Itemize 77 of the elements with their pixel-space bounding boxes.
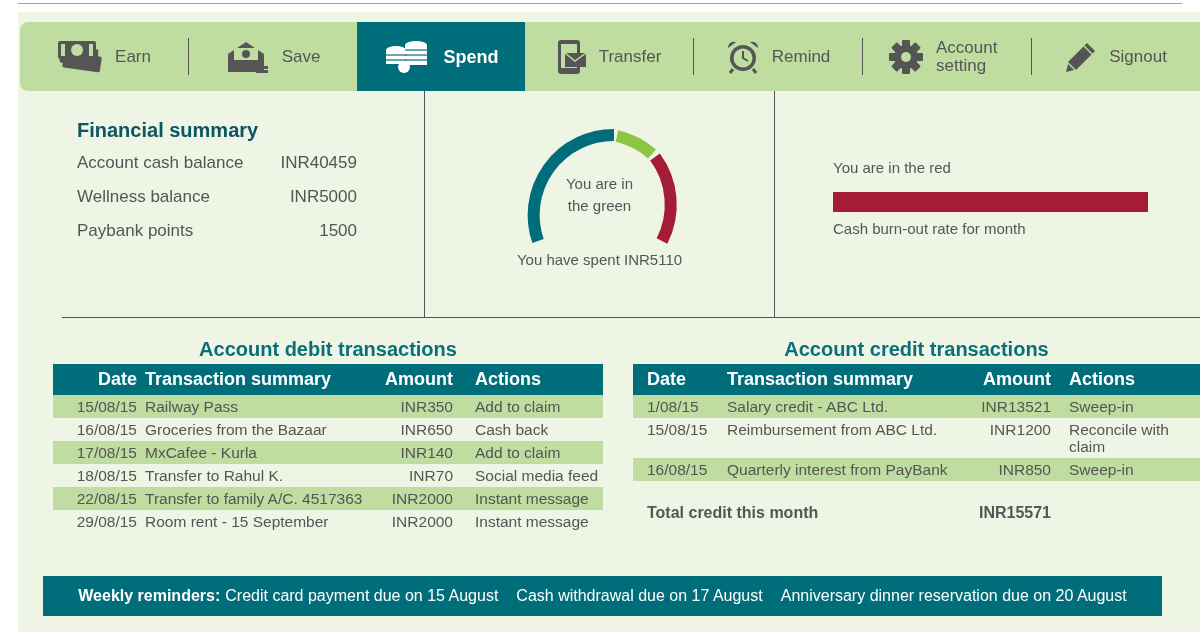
total-label: Total credit this month xyxy=(646,503,820,523)
column-header: Actions xyxy=(1068,368,1136,391)
total-value: INR15571 xyxy=(977,503,1051,523)
table-cell-text: INR2000 xyxy=(390,490,454,507)
table-cell-text: INR2000 xyxy=(390,513,454,530)
burn-rate-caption: Cash burn-out rate for month xyxy=(833,218,1027,239)
table-cell-text: 18/08/15 xyxy=(75,467,138,484)
tablet-mail-icon xyxy=(556,38,587,75)
reminders-label: Weekly reminders: xyxy=(78,586,221,606)
section-title: Financial summary xyxy=(77,118,259,143)
column-header: Actions xyxy=(474,368,542,391)
table-cell-text: INR650 xyxy=(399,421,454,438)
table-title: Account credit transactions xyxy=(783,337,1050,362)
table-cell-text: 15/08/15 xyxy=(75,398,138,415)
column-header: Date xyxy=(646,368,687,391)
table-cell-text: Transfer to Rahul K. xyxy=(144,467,285,484)
summary-value: 1500 xyxy=(318,220,357,242)
cash-icon xyxy=(57,39,104,74)
nav-tab[interactable]: Signout xyxy=(1032,22,1200,91)
table-cell-text: Add to claim xyxy=(474,444,562,461)
nav-tab[interactable]: Save xyxy=(189,22,357,91)
nav-tab[interactable]: Spend xyxy=(357,22,526,91)
table-cell-text: Salary credit - ABC Ltd. xyxy=(726,398,890,415)
column-header: Amount xyxy=(982,368,1051,391)
table-cell-text: Groceries from the Bazaar xyxy=(144,421,328,438)
table-cell-text: Instant message xyxy=(474,490,590,507)
column-header: Amount xyxy=(384,368,454,391)
pencil-icon xyxy=(1065,40,1098,73)
table-cell-text: Add to claim xyxy=(474,398,562,415)
table-cell-text: INR850 xyxy=(997,461,1051,478)
column-header: Transaction summary xyxy=(726,368,915,391)
table-cell-text: INR13521 xyxy=(980,398,1051,415)
table-cell-text: Social media feed xyxy=(474,467,600,484)
column-header: Date xyxy=(97,368,138,391)
spent-text: You have spent INR5110 xyxy=(516,250,683,270)
status-text: You are in the red xyxy=(833,158,952,178)
coins-icon xyxy=(383,39,430,74)
summary-value: INR5000 xyxy=(288,186,357,208)
table-cell-text: INR70 xyxy=(408,467,454,484)
table-cell-text: INR350 xyxy=(399,398,454,415)
table-cell-text: 15/08/15 xyxy=(646,421,709,438)
summary-value: INR40459 xyxy=(279,152,357,174)
summary-label: Account cash balance xyxy=(77,152,245,174)
nav-tab[interactable]: Transfer xyxy=(525,22,694,91)
table-cell-text: INR140 xyxy=(399,444,454,461)
nav-tab[interactable]: Account setting xyxy=(863,22,1032,91)
table-cell-text: Sweep-in xyxy=(1068,398,1135,415)
summary-label: Wellness balance xyxy=(77,186,211,208)
envelope-icon xyxy=(225,39,270,74)
gauge-caption: You are in the green xyxy=(565,174,634,216)
table-cell-text: Reimbursement from ABC Ltd. xyxy=(726,421,939,438)
table-cell-text: 16/08/15 xyxy=(646,461,709,478)
table-cell-text: Instant message xyxy=(474,513,590,530)
table-cell-text: Transfer to family A/C. 4517363 xyxy=(144,490,364,507)
table-cell-text: 29/08/15 xyxy=(75,513,138,530)
reminder-text: Cash withdrawal due on 17 August xyxy=(516,586,763,606)
reminder-text: Anniversary dinner reservation due on 20 August xyxy=(780,586,1127,606)
table-title: Account debit transactions xyxy=(198,337,458,362)
table-cell-text: Quarterly interest from PayBank xyxy=(726,461,949,478)
reminder-text: Credit card payment due on 15 August xyxy=(225,586,499,606)
table-cell-text: Sweep-in xyxy=(1068,461,1135,478)
table-cell-text: 22/08/15 xyxy=(75,490,138,507)
table-cell-text: 1/08/15 xyxy=(646,398,700,415)
table-cell-text: Room rent - 15 September xyxy=(144,513,330,530)
column-header: Transaction summary xyxy=(144,368,333,391)
table-cell-text: Cash back xyxy=(474,421,550,438)
alarm-clock-icon xyxy=(725,39,760,74)
table-cell-text: 16/08/15 xyxy=(75,421,138,438)
nav-tab[interactable]: Earn xyxy=(20,22,188,91)
table-cell-text: Railway Pass xyxy=(144,398,240,415)
table-cell-text: INR1200 xyxy=(988,421,1051,438)
table-cell-text: 17/08/15 xyxy=(75,444,138,461)
table-cell-text: Reconcile with claim xyxy=(1068,421,1170,455)
nav-tab[interactable]: Remind xyxy=(694,22,863,91)
table-cell-text: MxCafee - Kurla xyxy=(144,444,258,461)
settings-icon xyxy=(888,38,925,75)
summary-label: Paybank points xyxy=(77,220,195,242)
